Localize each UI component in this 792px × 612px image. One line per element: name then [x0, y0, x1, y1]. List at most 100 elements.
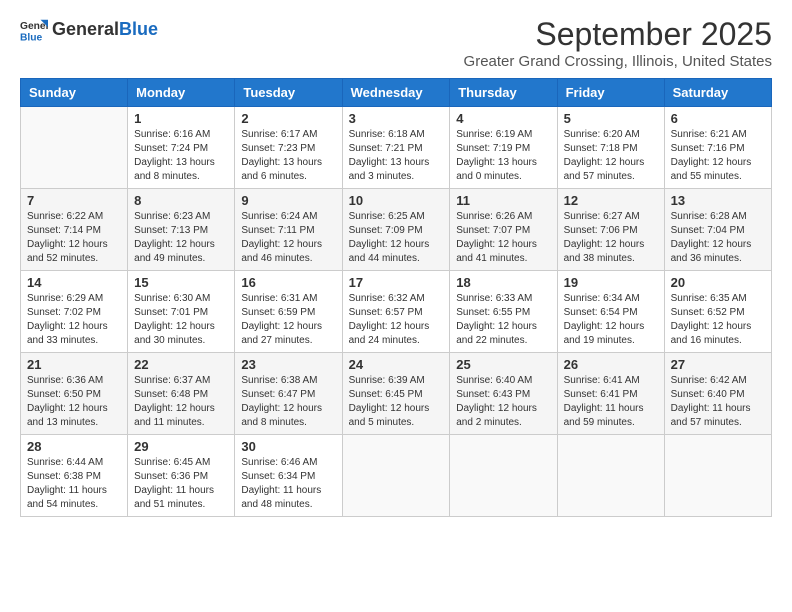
- calendar-cell: 7 Sunrise: 6:22 AM Sunset: 7:14 PM Daylig…: [21, 189, 128, 271]
- calendar-cell: 26Sunrise: 6:41 AM Sunset: 6:41 PM Dayli…: [557, 353, 664, 435]
- calendar-cell: [450, 435, 557, 517]
- day-number: 2: [241, 111, 335, 126]
- calendar-cell: [342, 435, 450, 517]
- calendar-cell: 25 Sunrise: 6:40 AM Sunset: 6:43 PM Dayli…: [450, 353, 557, 435]
- calendar-cell: 10 Sunrise: 6:25 AM Sunset: 7:09 PM Dayli…: [342, 189, 450, 271]
- weekday-header-saturday: Saturday: [664, 79, 771, 107]
- day-info: Sunrise: 6:37 AM Sunset: 6:48 PM Dayligh…: [134, 374, 228, 430]
- day-info: Sunrise: 6:44 AM Sunset: 6:38 PM Dayligh…: [27, 456, 121, 512]
- day-info: Sunrise: 6:28 AM Sunset: 7:04 PM Dayligh…: [671, 210, 765, 266]
- weekday-header-tuesday: Tuesday: [235, 79, 342, 107]
- title-block: September 2025 Greater Grand Crossing, I…: [464, 16, 772, 70]
- calendar-cell: 24Sunrise: 6:39 AM Sunset: 6:45 PM Dayli…: [342, 353, 450, 435]
- calendar-cell: 8 Sunrise: 6:23 AM Sunset: 7:13 PM Daylig…: [128, 189, 235, 271]
- day-info: Sunrise: 6:31 AM Sunset: 6:59 PM Dayligh…: [241, 292, 335, 348]
- logo: General Blue GeneralBlue: [20, 16, 158, 44]
- calendar-cell: [557, 435, 664, 517]
- calendar-week-row: 1 Sunrise: 6:16 AM Sunset: 7:24 PM Daylig…: [21, 107, 772, 189]
- weekday-header-friday: Friday: [557, 79, 664, 107]
- weekday-header-wednesday: Wednesday: [342, 79, 450, 107]
- day-number: 10: [349, 193, 444, 208]
- day-info: Sunrise: 6:41 AM Sunset: 6:41 PM Dayligh…: [564, 374, 658, 430]
- logo-icon: General Blue: [20, 16, 48, 44]
- calendar-cell: 6Sunrise: 6:21 AM Sunset: 7:16 PM Daylig…: [664, 107, 771, 189]
- month-title: September 2025: [464, 16, 772, 53]
- logo-blue-text: Blue: [119, 19, 158, 39]
- day-number: 7: [27, 193, 121, 208]
- weekday-header-monday: Monday: [128, 79, 235, 107]
- day-number: 28: [27, 439, 121, 454]
- calendar-cell: [664, 435, 771, 517]
- logo-general-text: General: [52, 19, 119, 39]
- day-number: 23: [241, 357, 335, 372]
- day-info: Sunrise: 6:38 AM Sunset: 6:47 PM Dayligh…: [241, 374, 335, 430]
- calendar-cell: 27 Sunrise: 6:42 AM Sunset: 6:40 PM Dayli…: [664, 353, 771, 435]
- day-info: Sunrise: 6:21 AM Sunset: 7:16 PM Dayligh…: [671, 128, 765, 184]
- day-number: 19: [564, 275, 658, 290]
- calendar-cell: 23 Sunrise: 6:38 AM Sunset: 6:47 PM Dayli…: [235, 353, 342, 435]
- svg-text:Blue: Blue: [20, 32, 43, 43]
- day-info: Sunrise: 6:24 AM Sunset: 7:11 PM Dayligh…: [241, 210, 335, 266]
- day-info: Sunrise: 6:30 AM Sunset: 7:01 PM Dayligh…: [134, 292, 228, 348]
- calendar-cell: 29Sunrise: 6:45 AM Sunset: 6:36 PM Dayli…: [128, 435, 235, 517]
- day-info: Sunrise: 6:17 AM Sunset: 7:23 PM Dayligh…: [241, 128, 335, 184]
- day-info: Sunrise: 6:45 AM Sunset: 6:36 PM Dayligh…: [134, 456, 228, 512]
- calendar-week-row: 21 Sunrise: 6:36 AM Sunset: 6:50 PM Dayli…: [21, 353, 772, 435]
- day-info: Sunrise: 6:26 AM Sunset: 7:07 PM Dayligh…: [456, 210, 550, 266]
- day-number: 17: [349, 275, 444, 290]
- calendar-cell: 9 Sunrise: 6:24 AM Sunset: 7:11 PM Daylig…: [235, 189, 342, 271]
- day-number: 1: [134, 111, 228, 126]
- day-info: Sunrise: 6:16 AM Sunset: 7:24 PM Dayligh…: [134, 128, 228, 184]
- day-number: 15: [134, 275, 228, 290]
- day-number: 13: [671, 193, 765, 208]
- day-info: Sunrise: 6:46 AM Sunset: 6:34 PM Dayligh…: [241, 456, 335, 512]
- day-info: Sunrise: 6:18 AM Sunset: 7:21 PM Dayligh…: [349, 128, 444, 184]
- calendar-cell: 4 Sunrise: 6:19 AM Sunset: 7:19 PM Daylig…: [450, 107, 557, 189]
- day-number: 18: [456, 275, 550, 290]
- weekday-header-thursday: Thursday: [450, 79, 557, 107]
- day-info: Sunrise: 6:42 AM Sunset: 6:40 PM Dayligh…: [671, 374, 765, 430]
- day-number: 22: [134, 357, 228, 372]
- day-number: 9: [241, 193, 335, 208]
- calendar-cell: 14 Sunrise: 6:29 AM Sunset: 7:02 PM Dayli…: [21, 271, 128, 353]
- day-info: Sunrise: 6:33 AM Sunset: 6:55 PM Dayligh…: [456, 292, 550, 348]
- calendar-cell: 21 Sunrise: 6:36 AM Sunset: 6:50 PM Dayli…: [21, 353, 128, 435]
- calendar-cell: 1 Sunrise: 6:16 AM Sunset: 7:24 PM Daylig…: [128, 107, 235, 189]
- calendar-cell: 28 Sunrise: 6:44 AM Sunset: 6:38 PM Dayli…: [21, 435, 128, 517]
- day-info: Sunrise: 6:40 AM Sunset: 6:43 PM Dayligh…: [456, 374, 550, 430]
- day-number: 11: [456, 193, 550, 208]
- calendar-cell: 15 Sunrise: 6:30 AM Sunset: 7:01 PM Dayli…: [128, 271, 235, 353]
- calendar-cell: 12Sunrise: 6:27 AM Sunset: 7:06 PM Dayli…: [557, 189, 664, 271]
- calendar-cell: 30 Sunrise: 6:46 AM Sunset: 6:34 PM Dayli…: [235, 435, 342, 517]
- day-info: Sunrise: 6:34 AM Sunset: 6:54 PM Dayligh…: [564, 292, 658, 348]
- calendar-cell: 11 Sunrise: 6:26 AM Sunset: 7:07 PM Dayli…: [450, 189, 557, 271]
- day-info: Sunrise: 6:36 AM Sunset: 6:50 PM Dayligh…: [27, 374, 121, 430]
- calendar-cell: 19 Sunrise: 6:34 AM Sunset: 6:54 PM Dayli…: [557, 271, 664, 353]
- calendar-week-row: 14 Sunrise: 6:29 AM Sunset: 7:02 PM Dayli…: [21, 271, 772, 353]
- day-number: 21: [27, 357, 121, 372]
- calendar-cell: 3Sunrise: 6:18 AM Sunset: 7:21 PM Daylig…: [342, 107, 450, 189]
- day-number: 16: [241, 275, 335, 290]
- calendar-week-row: 7 Sunrise: 6:22 AM Sunset: 7:14 PM Daylig…: [21, 189, 772, 271]
- calendar-cell: 18 Sunrise: 6:33 AM Sunset: 6:55 PM Dayli…: [450, 271, 557, 353]
- day-number: 8: [134, 193, 228, 208]
- day-number: 27: [671, 357, 765, 372]
- day-info: Sunrise: 6:20 AM Sunset: 7:18 PM Dayligh…: [564, 128, 658, 184]
- day-info: Sunrise: 6:29 AM Sunset: 7:02 PM Dayligh…: [27, 292, 121, 348]
- day-info: Sunrise: 6:27 AM Sunset: 7:06 PM Dayligh…: [564, 210, 658, 266]
- day-info: Sunrise: 6:32 AM Sunset: 6:57 PM Dayligh…: [349, 292, 444, 348]
- day-number: 30: [241, 439, 335, 454]
- day-info: Sunrise: 6:23 AM Sunset: 7:13 PM Dayligh…: [134, 210, 228, 266]
- day-info: Sunrise: 6:39 AM Sunset: 6:45 PM Dayligh…: [349, 374, 444, 430]
- day-info: Sunrise: 6:25 AM Sunset: 7:09 PM Dayligh…: [349, 210, 444, 266]
- calendar-cell: 2 Sunrise: 6:17 AM Sunset: 7:23 PM Daylig…: [235, 107, 342, 189]
- day-number: 4: [456, 111, 550, 126]
- day-number: 25: [456, 357, 550, 372]
- day-info: Sunrise: 6:22 AM Sunset: 7:14 PM Dayligh…: [27, 210, 121, 266]
- day-number: 14: [27, 275, 121, 290]
- calendar-week-row: 28 Sunrise: 6:44 AM Sunset: 6:38 PM Dayli…: [21, 435, 772, 517]
- day-info: Sunrise: 6:19 AM Sunset: 7:19 PM Dayligh…: [456, 128, 550, 184]
- day-info: Sunrise: 6:35 AM Sunset: 6:52 PM Dayligh…: [671, 292, 765, 348]
- calendar-cell: [21, 107, 128, 189]
- calendar-cell: 22 Sunrise: 6:37 AM Sunset: 6:48 PM Dayli…: [128, 353, 235, 435]
